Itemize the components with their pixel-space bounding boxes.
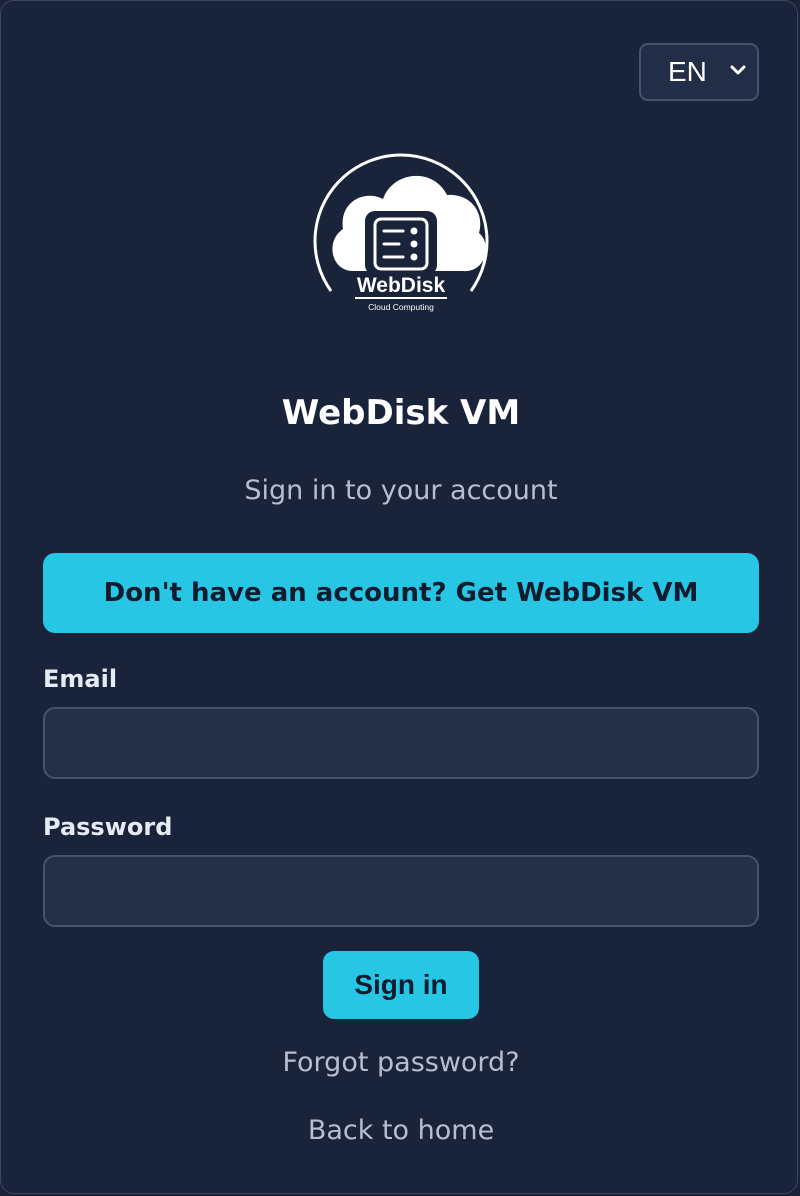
get-webdisk-button[interactable]: Don't have an account? Get WebDisk VM [43,553,759,633]
logo-brand-text: WebDisk [357,274,446,297]
webdisk-logo: WebDisk Cloud Computing [313,153,489,312]
email-field[interactable] [43,707,759,779]
email-label: Email [43,665,118,693]
login-card: EN WebDisk Cloud Computing WebDisk VM Si… [0,0,798,1194]
back-to-home-link[interactable]: Back to home [1,1115,800,1146]
sign-in-button[interactable]: Sign in [323,951,479,1019]
chevron-down-icon [730,65,746,75]
forgot-password-link[interactable]: Forgot password? [1,1047,800,1078]
password-field[interactable] [43,855,759,927]
logo-tagline: Cloud Computing [368,302,434,312]
page-subtitle: Sign in to your account [244,475,558,506]
language-select-value: EN [668,56,707,87]
password-label: Password [43,813,173,841]
language-select[interactable]: EN [639,43,759,101]
page-title: WebDisk VM [281,393,521,433]
